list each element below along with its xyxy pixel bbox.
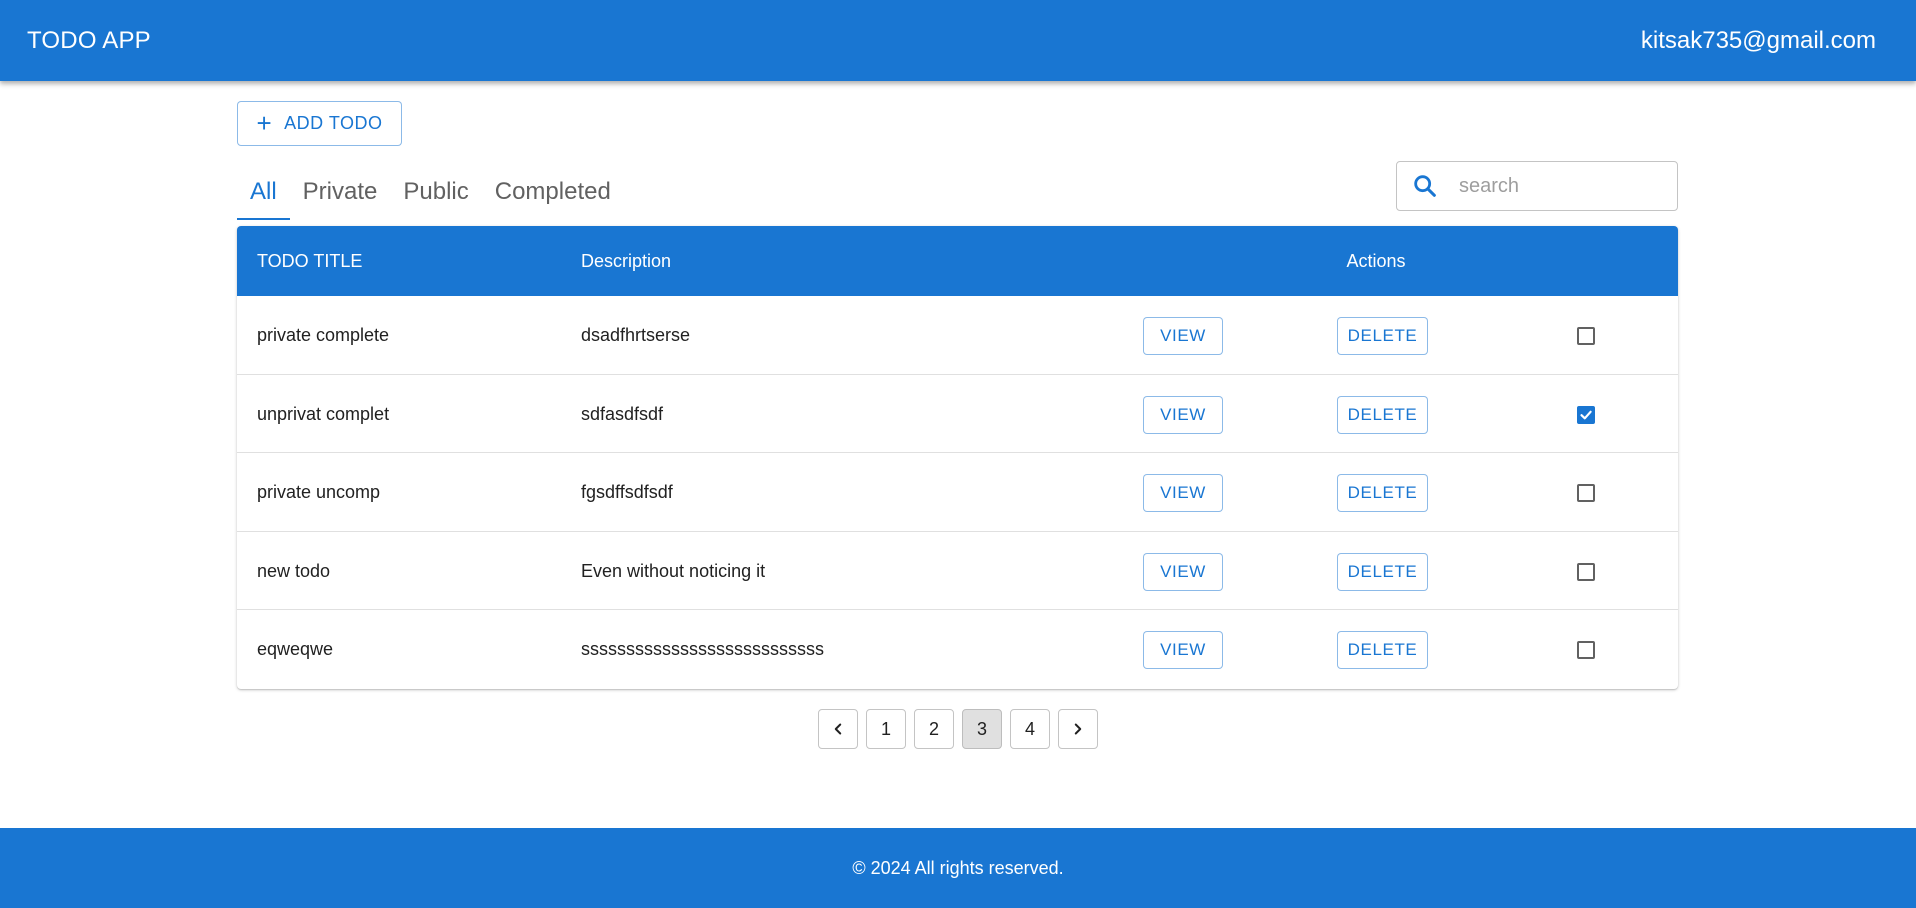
complete-checkbox[interactable] (1577, 405, 1595, 424)
complete-checkbox[interactable] (1577, 484, 1595, 503)
chevron-left-icon (834, 723, 842, 735)
delete-button[interactable]: DELETE (1337, 317, 1428, 355)
search-input[interactable] (1459, 174, 1659, 198)
todo-app: TODO APP kitsak735@gmail.com + ADD TODO … (0, 0, 1916, 908)
todo-description: dsadfhrtserse (581, 325, 691, 345)
delete-button[interactable]: DELETE (1337, 552, 1428, 591)
app-footer: © 2024 All rights reserved. (0, 828, 1916, 908)
next-page-button[interactable] (1058, 709, 1098, 749)
todo-description: fgsdffsdfsdf (581, 482, 673, 503)
complete-checkbox[interactable] (1577, 327, 1595, 345)
todo-description: sdfasdfsdf (581, 403, 664, 424)
tab-public[interactable]: Public (390, 163, 481, 220)
search-icon (1414, 175, 1436, 197)
view-button[interactable]: VIEW (1143, 474, 1223, 513)
table-row: unprivat complet sdfasdfsdf VIEW DELETE (237, 375, 1678, 454)
todo-description: Even without noticing it (581, 560, 766, 581)
column-header-actions: Actions (1346, 251, 1406, 271)
column-header-description: Description (581, 251, 672, 271)
app-header: TODO APP kitsak735@gmail.com (0, 0, 1916, 81)
todo-title: unprivat complet (257, 403, 390, 424)
app-title: TODO APP (27, 26, 151, 54)
todo-title: private complete (257, 325, 390, 345)
table-row: private uncomp fgsdffsdfsdf VIEW DELETE (237, 453, 1678, 532)
complete-checkbox[interactable] (1577, 562, 1595, 581)
add-todo-button[interactable]: + ADD TODO (237, 101, 402, 146)
delete-button[interactable]: DELETE (1337, 474, 1428, 513)
tab-private[interactable]: Private (290, 163, 391, 220)
todo-title: eqweqwe (257, 639, 334, 660)
page-button-2[interactable]: 2 (914, 709, 954, 749)
checkmark-icon (1580, 410, 1592, 419)
prev-page-button[interactable] (818, 709, 858, 749)
table-row: eqweqwe sssssssssssssssssssssssssss VIEW… (237, 610, 1678, 689)
page-button-4[interactable]: 4 (1010, 709, 1050, 749)
filter-tabs: All Private Public Completed (237, 163, 624, 220)
page-button-1[interactable]: 1 (866, 709, 906, 749)
delete-button[interactable]: DELETE (1337, 395, 1428, 434)
tab-completed[interactable]: Completed (482, 163, 624, 220)
table-row: private complete dsadfhrtserse VIEW DELE… (237, 296, 1678, 375)
plus-icon: + (256, 107, 273, 138)
delete-button[interactable]: DELETE (1337, 631, 1428, 670)
view-button[interactable]: VIEW (1143, 631, 1223, 670)
column-header-title: TODO TITLE (257, 251, 363, 271)
table-header: TODO TITLE Description Actions (237, 226, 1678, 296)
page-button-3[interactable]: 3 (962, 709, 1002, 749)
view-button[interactable]: VIEW (1143, 395, 1223, 434)
view-button[interactable]: VIEW (1143, 552, 1223, 591)
todo-table: TODO TITLE Description Actions private c… (237, 226, 1678, 689)
user-email[interactable]: kitsak735@gmail.com (1641, 27, 1876, 55)
footer-text: © 2024 All rights reserved. (852, 857, 1064, 878)
complete-checkbox[interactable] (1577, 641, 1595, 660)
table-row: new todo Even without noticing it VIEW D… (237, 532, 1678, 611)
view-button[interactable]: VIEW (1143, 317, 1223, 355)
pagination: 1 2 3 4 (818, 709, 1098, 749)
search-box (1396, 161, 1678, 211)
todo-description: sssssssssssssssssssssssssss (581, 639, 824, 660)
add-todo-label: ADD TODO (284, 113, 383, 133)
todo-title: private uncomp (257, 482, 381, 503)
tab-all[interactable]: All (237, 163, 290, 220)
chevron-right-icon (1074, 723, 1082, 735)
todo-title: new todo (257, 560, 331, 581)
